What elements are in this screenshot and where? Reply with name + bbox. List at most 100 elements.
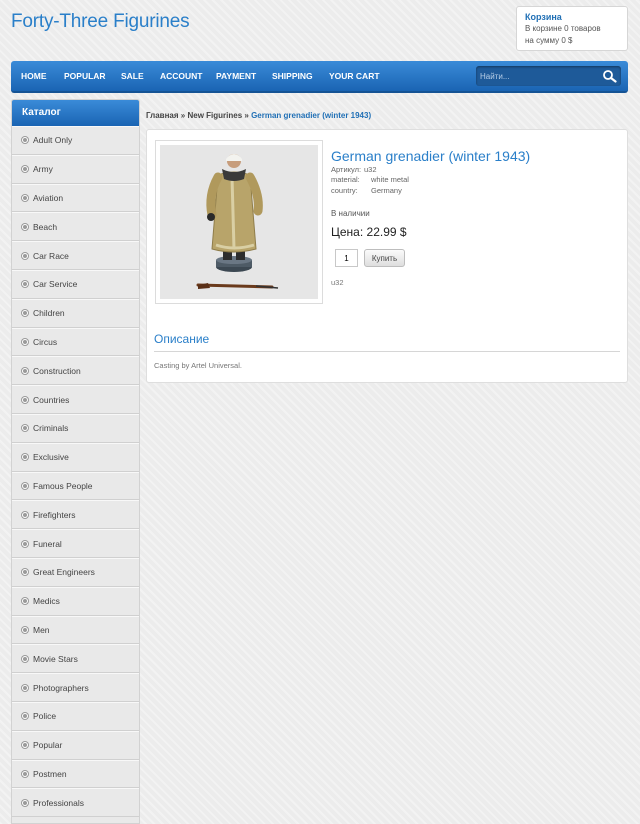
bullet-icon (22, 425, 28, 432)
buy-button[interactable]: Купить (364, 249, 405, 267)
sidebar-item[interactable]: Professionals (12, 788, 139, 818)
material-value: white metal (371, 175, 409, 184)
breadcrumb-home[interactable]: Главная (146, 111, 179, 120)
sidebar-item[interactable]: Criminals (12, 413, 139, 443)
product-sku-note: u32 (331, 278, 344, 287)
bullet-icon (22, 799, 28, 806)
bullet-icon (22, 194, 28, 201)
sidebar-item[interactable]: Car Race (12, 241, 139, 270)
sidebar-item[interactable]: Beach (12, 212, 139, 242)
sidebar-item[interactable]: Postmen (12, 759, 139, 789)
sidebar-item-label: Car Race (33, 250, 69, 261)
bullet-icon (22, 338, 28, 345)
bullet-icon (22, 367, 28, 374)
quantity-input[interactable] (335, 249, 358, 267)
breadcrumb-category[interactable]: New Figurines (187, 111, 242, 120)
product-image[interactable] (160, 145, 318, 299)
sidebar-item-label: Exclusive (33, 452, 69, 463)
sidebar-item[interactable]: Famous People (12, 471, 139, 501)
cart-widget[interactable]: Корзина В корзине 0 товаров на сумму 0 $ (516, 6, 628, 51)
cart-sum-text: на сумму 0 $ (525, 36, 573, 45)
bullet-icon (22, 626, 28, 633)
sku-value: u32 (364, 165, 377, 174)
sidebar-item-label: Men (33, 624, 50, 635)
description-title: Описание (154, 332, 210, 346)
bullet-icon (22, 166, 28, 173)
sidebar-item-label: Children (33, 308, 65, 319)
bullet-icon (22, 281, 28, 288)
material-label: material: (331, 175, 360, 184)
sidebar-item[interactable]: Police (12, 701, 139, 731)
figurine-illustration (196, 154, 279, 289)
bullet-icon (22, 713, 28, 720)
sidebar-item[interactable]: Movie Stars (12, 644, 139, 674)
sidebar-item[interactable]: Great Engineers (12, 557, 139, 587)
sidebar-item[interactable]: Men (12, 615, 139, 645)
description-divider (154, 351, 620, 352)
nav-account[interactable]: ACCOUNT (160, 61, 203, 91)
sidebar-item[interactable]: Medics (12, 586, 139, 616)
availability-status: В наличии (331, 209, 370, 218)
search-input[interactable] (480, 68, 598, 84)
country-row: country: Germany (331, 186, 402, 195)
sidebar-item-label: Firefighters (33, 509, 76, 520)
nav-home[interactable]: HOME (21, 61, 47, 91)
nav-sale[interactable]: SALE (121, 61, 144, 91)
sku-label: Артикул: (331, 165, 362, 174)
sidebar-item-label: Countries (33, 394, 70, 405)
bullet-icon (22, 511, 28, 518)
sidebar-item[interactable]: Adult Only (12, 126, 139, 155)
sidebar-item-label: Professionals (33, 797, 85, 808)
bullet-icon (22, 598, 28, 605)
bullet-icon (22, 310, 28, 317)
breadcrumb-current: German grenadier (winter 1943) (251, 111, 372, 120)
bullet-icon (22, 540, 28, 547)
nav-popular[interactable]: POPULAR (64, 61, 106, 91)
sidebar-item[interactable]: Popular (12, 730, 139, 760)
sidebar-item[interactable]: Children (12, 298, 139, 328)
bullet-icon (22, 482, 28, 489)
search-icon[interactable] (602, 69, 618, 83)
bullet-icon (22, 396, 28, 403)
sidebar-item[interactable]: Funeral (12, 529, 139, 558)
sidebar-item[interactable]: Photographers (12, 673, 139, 702)
search-box (476, 66, 621, 86)
nav-payment[interactable]: PAYMENT (216, 61, 256, 91)
site-title[interactable]: Forty-Three Figurines (11, 11, 190, 33)
product-image-frame[interactable] (155, 140, 323, 304)
cart-title[interactable]: Корзина (525, 11, 619, 23)
sidebar-item-label: Criminals (33, 423, 69, 434)
sidebar-item[interactable]: Construction (12, 356, 139, 386)
sidebar-item-label: Funeral (33, 538, 62, 549)
catalog-title: Каталог (12, 100, 139, 126)
product-price: Цена: 22.99 $ (331, 225, 407, 239)
catalog-sidebar: Каталог Adult Only Army Aviation Beach Car R… (11, 99, 140, 824)
breadcrumb-separator: » (180, 111, 186, 120)
sidebar-item-label: Police (33, 711, 57, 722)
sidebar-item[interactable]: Firefighters (12, 500, 139, 530)
product-title: German grenadier (winter 1943) (331, 148, 531, 164)
sidebar-item-label: Famous People (33, 480, 93, 491)
nav-your-cart[interactable]: YOUR CART (329, 61, 380, 91)
sidebar-item[interactable]: Exclusive (12, 442, 139, 472)
catalog-list: Adult Only Army Aviation Beach Car Race Car S… (12, 126, 139, 818)
sidebar-item[interactable]: Countries (12, 385, 139, 414)
nav-shipping[interactable]: SHIPPING (272, 61, 313, 91)
main-navbar: HOME POPULAR SALE ACCOUNT PAYMENT SHIPPI… (11, 61, 628, 93)
cart-items-text: В корзине 0 товаров (525, 24, 601, 33)
sidebar-item-label: Great Engineers (33, 567, 95, 578)
sidebar-item[interactable]: Circus (12, 327, 139, 357)
sidebar-item[interactable]: Aviation (12, 183, 139, 213)
breadcrumb: Главная » New Figurines » German grenadi… (146, 111, 371, 120)
sidebar-item[interactable]: Army (12, 154, 139, 184)
bullet-icon (22, 569, 28, 576)
bullet-icon (22, 684, 28, 691)
product-panel: German grenadier (winter 1943) Артикул: … (146, 129, 628, 383)
sidebar-item-label: Photographers (33, 682, 89, 693)
sidebar-item-label: Car Service (33, 279, 78, 290)
description-text: Casting by Artel Universal. (154, 361, 242, 370)
sidebar-item-label: Movie Stars (33, 653, 78, 664)
bullet-icon (22, 655, 28, 662)
sidebar-item[interactable]: Car Service (12, 269, 139, 299)
sidebar-item-label: Aviation (33, 192, 64, 203)
